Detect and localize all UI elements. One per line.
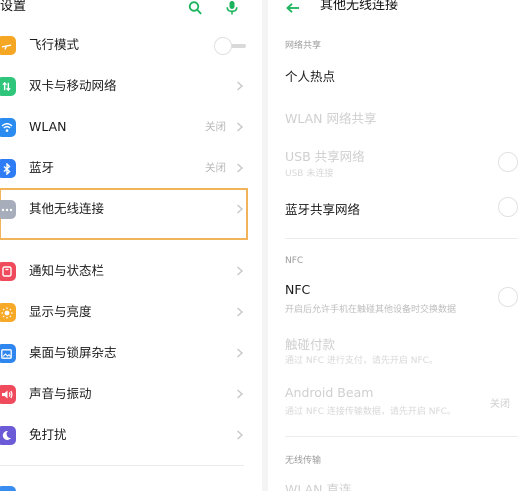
airplane-mode-toggle[interactable] [214, 37, 248, 55]
other-wireless-row[interactable]: 其他无线连接 [0, 192, 250, 226]
settings-pane: 设置 飞行模式 双卡与移动网络 WLAN 关闭 蓝牙 关闭 其他无线连接 通知与… [0, 0, 262, 491]
chevron-right-icon [236, 389, 244, 399]
detail-header: 其他无线连接 [268, 0, 518, 20]
usb-sharing-item: USB 共享网络 [285, 149, 365, 164]
row-label: 飞行模式 [29, 37, 80, 52]
chevron-right-icon [236, 122, 244, 132]
usb-sharing-sub: USB 未连接 [285, 169, 334, 179]
airplane-icon [0, 36, 16, 55]
chevron-right-icon [236, 430, 244, 440]
chevron-right-icon [236, 266, 244, 276]
do-not-disturb-row[interactable]: 免打扰 [0, 418, 250, 452]
speaker-icon [0, 385, 16, 404]
mic-icon[interactable] [226, 0, 238, 15]
touch-pay-item: 触碰付款 [285, 337, 336, 352]
sound-row[interactable]: 声音与振动 [0, 377, 250, 411]
moon-icon [0, 426, 16, 445]
wifi-icon [0, 118, 16, 137]
notification-row[interactable]: 通知与状态栏 [0, 254, 250, 288]
search-icon[interactable] [188, 0, 204, 15]
nfc-item[interactable]: NFC [285, 282, 310, 297]
row-label: 蓝牙 [29, 160, 55, 175]
more-icon [0, 200, 16, 219]
row-label: 桌面与锁屏杂志 [29, 345, 117, 360]
personal-hotspot-item[interactable]: 个人热点 [285, 66, 335, 85]
touch-pay-sub: 通过 NFC 进行支付，请先开启 NFC。 [285, 356, 438, 366]
bluetooth-status: 关闭 [205, 162, 226, 174]
row-label: WLAN [29, 119, 67, 134]
chevron-right-icon [236, 163, 244, 173]
wallpaper-row[interactable]: 桌面与锁屏杂志 [0, 336, 250, 370]
wlan-sharing-item: WLAN 网络共享 [285, 111, 377, 126]
notification-icon [0, 262, 16, 281]
wlan-status: 关闭 [205, 121, 226, 133]
chevron-right-icon [236, 348, 244, 358]
row-label: 双卡与移动网络 [29, 78, 117, 93]
wlan-direct-item: WLAN 直连 [285, 482, 352, 491]
sim-network-row[interactable]: 双卡与移动网络 [0, 69, 250, 103]
wlan-row[interactable]: WLAN 关闭 [0, 110, 250, 144]
row-label: 声音与振动 [29, 386, 92, 401]
android-beam-sub: 通过 NFC 连接传输数据，请先开启 NFC。 [285, 407, 456, 417]
row-label: 通知与状态栏 [29, 263, 105, 278]
chevron-right-icon [236, 81, 244, 91]
android-beam-item: Android Beam [285, 385, 374, 400]
android-beam-value: 关闭 [490, 399, 510, 410]
section-header-wireless: 无线传输 [285, 456, 322, 466]
detail-title: 其他无线连接 [320, 0, 399, 13]
sun-icon [0, 303, 16, 322]
chevron-right-icon [236, 307, 244, 317]
partial-row-icon [0, 486, 16, 491]
bluetooth-row[interactable]: 蓝牙 关闭 [0, 151, 250, 185]
page-title: 设置 [0, 0, 27, 14]
section-header-nfc: NFC [285, 256, 304, 266]
bluetooth-icon [0, 159, 16, 178]
row-label: 免打扰 [29, 427, 67, 442]
chevron-right-icon [236, 204, 244, 214]
row-label: 其他无线连接 [29, 201, 105, 216]
usb-sharing-toggle [498, 152, 518, 172]
sim-icon [0, 77, 16, 96]
wallpaper-icon [0, 344, 16, 363]
divider [285, 238, 518, 239]
other-wireless-pane: 其他无线连接 网络共享 个人热点 WLAN 网络共享 USB 共享网络 USB … [268, 0, 518, 491]
bluetooth-sharing-toggle[interactable] [498, 197, 518, 217]
nfc-toggle[interactable] [498, 287, 518, 307]
display-row[interactable]: 显示与亮度 [0, 295, 250, 329]
nfc-sub: 开启后允许手机在触碰其他设备时交换数据 [285, 305, 457, 315]
row-label: 显示与亮度 [29, 304, 92, 319]
airplane-mode-row[interactable]: 飞行模式 [0, 28, 250, 62]
divider [285, 436, 518, 437]
divider [0, 465, 244, 466]
settings-header: 设置 [0, 0, 262, 24]
bluetooth-sharing-item[interactable]: 蓝牙共享网络 [285, 199, 360, 218]
back-arrow-icon[interactable] [286, 0, 300, 13]
section-header-tethering: 网络共享 [285, 41, 322, 51]
